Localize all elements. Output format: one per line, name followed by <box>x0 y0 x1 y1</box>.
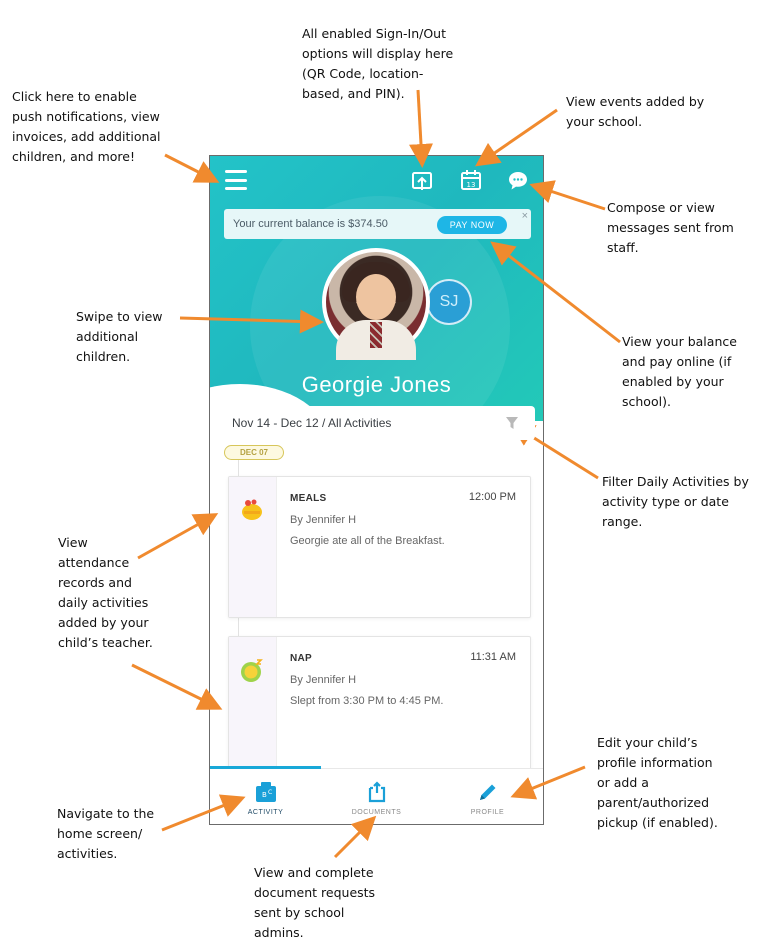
annotation-attendance: View attendance records and daily activi… <box>58 535 153 650</box>
activity-time: 12:00 PM <box>468 491 516 503</box>
balance-text: Your current balance is $374.50 <box>233 218 388 230</box>
child-avatar[interactable] <box>322 248 430 360</box>
close-icon[interactable]: × <box>522 210 528 222</box>
annotation-menu: Click here to enable push notifications,… <box>12 89 161 164</box>
documents-icon <box>368 781 385 803</box>
message-icon[interactable] <box>507 170 529 192</box>
activity-author: By Jennifer H <box>290 674 357 686</box>
annotation-signin: All enabled Sign-In/Out options will dis… <box>302 26 454 101</box>
calendar-icon[interactable]: 13 <box>460 169 482 191</box>
pay-now-button[interactable]: PAY NOW <box>437 216 507 234</box>
meals-icon <box>242 499 262 520</box>
arrow-attendance-bottom <box>131 663 223 710</box>
filter-icon[interactable] <box>505 416 519 430</box>
activity-card-nap[interactable]: NAP 11:31 AM By Jennifer H Slept from 3:… <box>228 636 531 786</box>
annotation-home: Navigate to the home screen/ activities. <box>57 806 155 861</box>
secondary-child-avatar[interactable]: SJ <box>426 279 472 325</box>
annotation-filter: Filter Daily Activities by activity type… <box>602 474 749 529</box>
menu-icon[interactable] <box>224 168 248 192</box>
child-name: Georgie Jones <box>301 372 452 397</box>
sign-in-out-icon[interactable] <box>411 170 433 192</box>
activity-time: 11:31 AM <box>470 651 516 663</box>
arrow-menu <box>164 153 220 183</box>
date-badge: DEC 07 <box>224 445 284 460</box>
annotation-profile: Edit your child’s profile information or… <box>597 735 718 830</box>
date-filter-bar[interactable]: Nov 14 - Dec 12 / All Activities <box>214 406 535 440</box>
svg-text:B: B <box>262 791 267 799</box>
activity-card-meals[interactable]: MEALS 12:00 PM By Jennifer H Georgie ate… <box>228 476 531 618</box>
balance-banner: Your current balance is $374.50 PAY NOW … <box>224 209 531 239</box>
bottom-tab-bar: BC ACTIVITY DOCUMENTS PROFILE <box>210 766 543 824</box>
svg-text:C: C <box>268 789 272 796</box>
phone-screen: 13 Your current balance is $374.50 PAY N… <box>209 155 544 825</box>
tab-documents[interactable]: DOCUMENTS <box>321 769 432 824</box>
activity-description: Georgie ate all of the Breakfast. <box>290 535 445 547</box>
annotation-messages: Compose or view messages sent from staff… <box>607 200 734 255</box>
nap-icon <box>241 659 263 682</box>
tab-label: ACTIVITY <box>247 809 284 816</box>
arrow-messages <box>529 180 606 211</box>
profile-pencil-icon <box>479 784 495 800</box>
tab-label: DOCUMENTS <box>351 809 402 816</box>
annotation-swipe: Swipe to view additional children. <box>76 309 163 364</box>
activity-description: Slept from 3:30 PM to 4:45 PM. <box>290 695 444 707</box>
arrow-documents <box>333 815 377 859</box>
filter-range-text: Nov 14 - Dec 12 / All Activities <box>232 416 392 430</box>
activity-author: By Jennifer H <box>290 514 357 526</box>
activity-type: MEALS <box>290 493 327 504</box>
annotation-balance: View your balance and pay online (if ena… <box>622 334 737 409</box>
tab-profile[interactable]: PROFILE <box>432 769 543 824</box>
annotation-events: View events added by your school. <box>566 94 705 129</box>
tab-label: PROFILE <box>470 809 505 816</box>
activity-icon: BC <box>255 782 276 802</box>
tab-activity[interactable]: BC ACTIVITY <box>210 769 321 824</box>
activity-type: NAP <box>290 653 313 664</box>
annotation-documents: View and complete document requests sent… <box>254 865 376 940</box>
svg-text:13: 13 <box>467 181 476 189</box>
